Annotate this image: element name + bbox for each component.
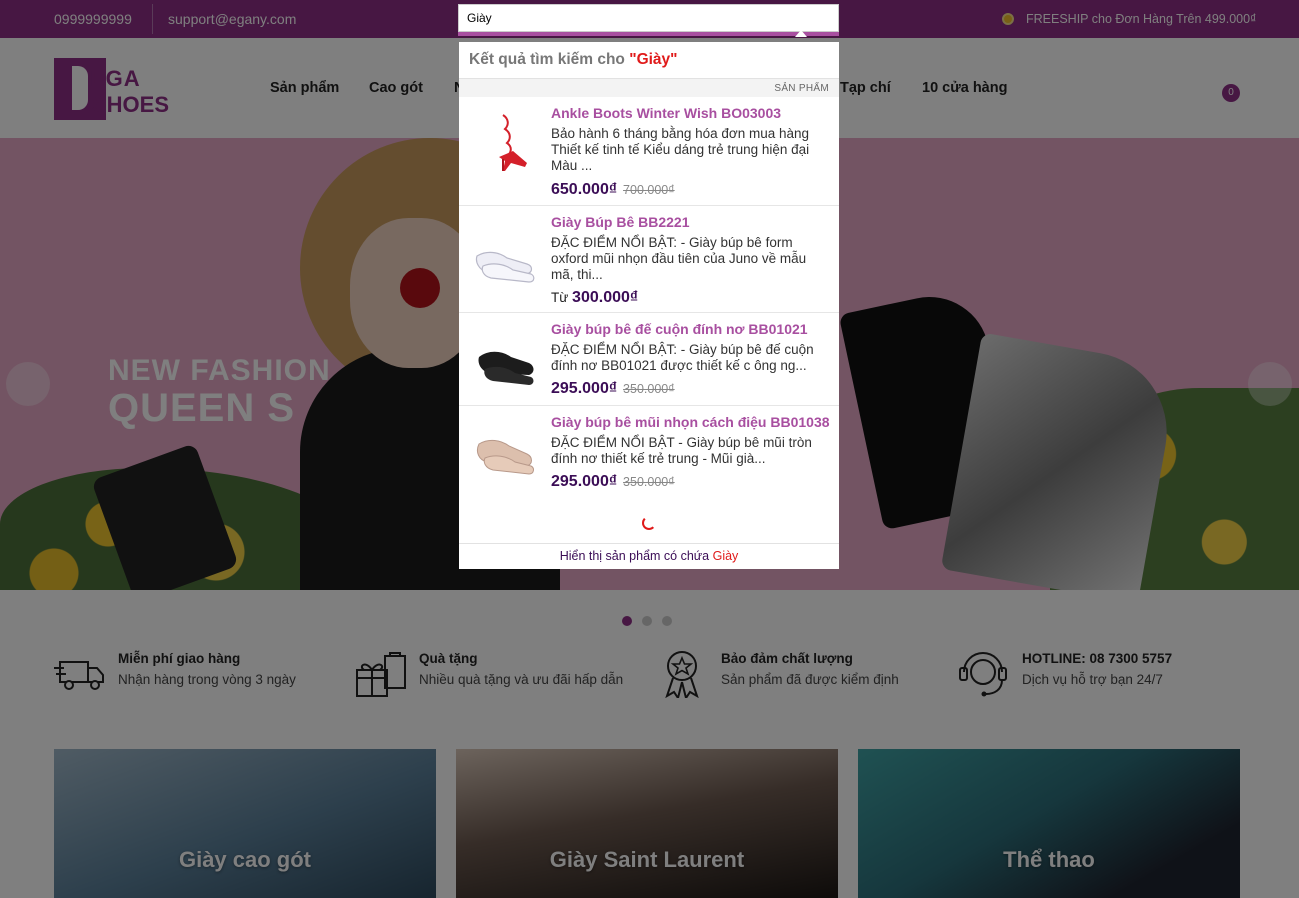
result-description: Bảo hành 6 tháng bằng hóa đơn mua hàng T… bbox=[551, 126, 810, 173]
search-result-item[interactable]: Giày Búp Bê BB2221 ĐẶC ĐIỂM NỔI BẬT: - G… bbox=[459, 206, 839, 313]
search-result-item[interactable]: Giày búp bê đế cuộn đính nơ BB01021 ĐẶC … bbox=[459, 313, 839, 406]
show-all-results-link[interactable]: Hiển thị sản phẩm có chứa Giày bbox=[459, 543, 839, 569]
result-description: ĐẶC ĐIỂM NỔI BẬT: - Giày búp bê form oxf… bbox=[551, 235, 807, 282]
loading-spinner-icon bbox=[642, 516, 656, 530]
result-price: 295.000₫ bbox=[551, 380, 618, 397]
results-section-header: SẢN PHẨM bbox=[459, 78, 839, 97]
result-price-prefix: Từ bbox=[551, 290, 573, 305]
result-name[interactable]: Giày búp bê đế cuộn đính nơ BB01021 bbox=[551, 321, 808, 337]
show-all-query: Giày bbox=[712, 549, 739, 563]
result-description: ĐẶC ĐIỂM NỔI BẬT - Giày búp bê mũi tròn … bbox=[551, 435, 812, 466]
result-price: 650.000₫ bbox=[551, 181, 618, 198]
search-input[interactable]: Giày bbox=[458, 4, 839, 32]
result-price: 295.000₫ bbox=[551, 473, 618, 490]
search-input-underline bbox=[458, 32, 839, 36]
search-heading-query: "Giày" bbox=[629, 51, 678, 68]
product-thumbnail[interactable] bbox=[473, 327, 539, 391]
result-price-row: 295.000₫ 350.000₫ bbox=[551, 380, 675, 398]
product-thumbnail[interactable] bbox=[473, 420, 539, 484]
result-old-price: 700.000₫ bbox=[623, 183, 675, 197]
dropdown-caret bbox=[795, 30, 807, 37]
show-all-text: Hiển thị sản phẩm có chứa bbox=[559, 549, 713, 563]
result-price-row: 295.000₫ 350.000₫ bbox=[551, 473, 675, 491]
search-result-item[interactable]: Ankle Boots Winter Wish BO03003 Bảo hành… bbox=[459, 97, 839, 206]
result-description: ĐẶC ĐIỂM NỔI BẬT: - Giày búp bê đế cuộn … bbox=[551, 342, 814, 373]
search-results-dropdown: Kết quả tìm kiếm cho "Giày" SẢN PHẨM Ank… bbox=[459, 42, 839, 569]
result-price-row: 650.000₫ 700.000₫ bbox=[551, 181, 675, 199]
product-thumbnail[interactable] bbox=[473, 109, 539, 173]
result-price-row: Từ 300.000₫ bbox=[551, 289, 638, 307]
search-result-item[interactable]: Giày búp bê mũi nhọn cách điệu BB01038 Đ… bbox=[459, 406, 839, 499]
result-name[interactable]: Giày Búp Bê BB2221 bbox=[551, 214, 690, 230]
result-old-price: 350.000₫ bbox=[623, 382, 675, 396]
section-label: SẢN PHẨM bbox=[774, 83, 829, 94]
result-name[interactable]: Ankle Boots Winter Wish BO03003 bbox=[551, 105, 781, 121]
result-name[interactable]: Giày búp bê mũi nhọn cách điệu BB01038 bbox=[551, 414, 830, 430]
search-results-heading: Kết quả tìm kiếm cho "Giày" bbox=[469, 51, 678, 69]
result-price: 300.000₫ bbox=[572, 289, 639, 306]
product-thumbnail[interactable] bbox=[473, 226, 539, 290]
result-old-price: 350.000₫ bbox=[623, 475, 675, 489]
search-heading-text: Kết quả tìm kiếm cho bbox=[469, 51, 625, 68]
